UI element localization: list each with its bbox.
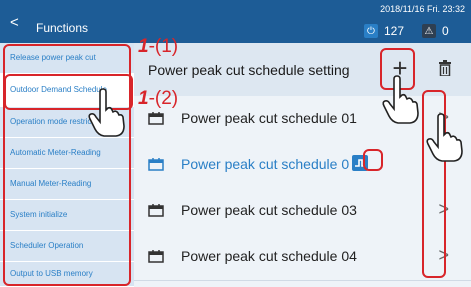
- pointing-hand-icon: [382, 75, 419, 124]
- alert-icon: ⚠: [422, 24, 437, 38]
- power-icon: ⏻: [364, 24, 378, 38]
- schedule-row-04[interactable]: Power peak cut schedule 04 >: [134, 234, 471, 281]
- trash-icon[interactable]: [438, 60, 452, 76]
- section-title: Power peak cut schedule setting: [148, 62, 350, 78]
- schedule-label: Power peak cut schedule 03: [181, 202, 357, 218]
- page-title: Functions: [36, 21, 89, 35]
- schedule-label: Power peak cut schedule 04: [181, 248, 357, 264]
- schedule-row-03[interactable]: Power peak cut schedule 03 >: [134, 188, 471, 235]
- calendar-icon: [148, 204, 164, 217]
- top-bar: < Functions 2018/11/16 Fri. 23:32 ⏻ 127 …: [0, 0, 471, 43]
- pointing-hand-icon: [88, 88, 125, 137]
- callout-step-number: 1: [138, 36, 149, 57]
- calendar-icon: [148, 250, 164, 263]
- power-count: 127: [384, 24, 405, 38]
- status-area: ⏻ 127 ⚠ 0: [364, 22, 461, 40]
- callout-step-sub: -(1): [148, 36, 179, 57]
- callout-step-1-2: 1-(2): [138, 88, 178, 110]
- schedule-row-02[interactable]: Power peak cut schedule 0: [134, 142, 471, 189]
- schedule-label: Power peak cut schedule 0: [181, 156, 350, 172]
- callout-step-sub: -(2): [148, 88, 179, 109]
- calendar-icon: [148, 158, 164, 171]
- pointing-hand-icon: [426, 113, 463, 162]
- schedule-label: Power peak cut schedule 01: [181, 110, 357, 126]
- callout-step-1-1: 1-(1): [138, 36, 178, 58]
- status-icon-highlight-box: [363, 149, 383, 171]
- callout-step-number: 1: [138, 88, 149, 109]
- alert-count: 0: [442, 24, 449, 38]
- back-button[interactable]: <: [10, 14, 19, 31]
- datetime-display: 2018/11/16 Fri. 23:32: [380, 4, 465, 14]
- calendar-icon: [148, 112, 164, 125]
